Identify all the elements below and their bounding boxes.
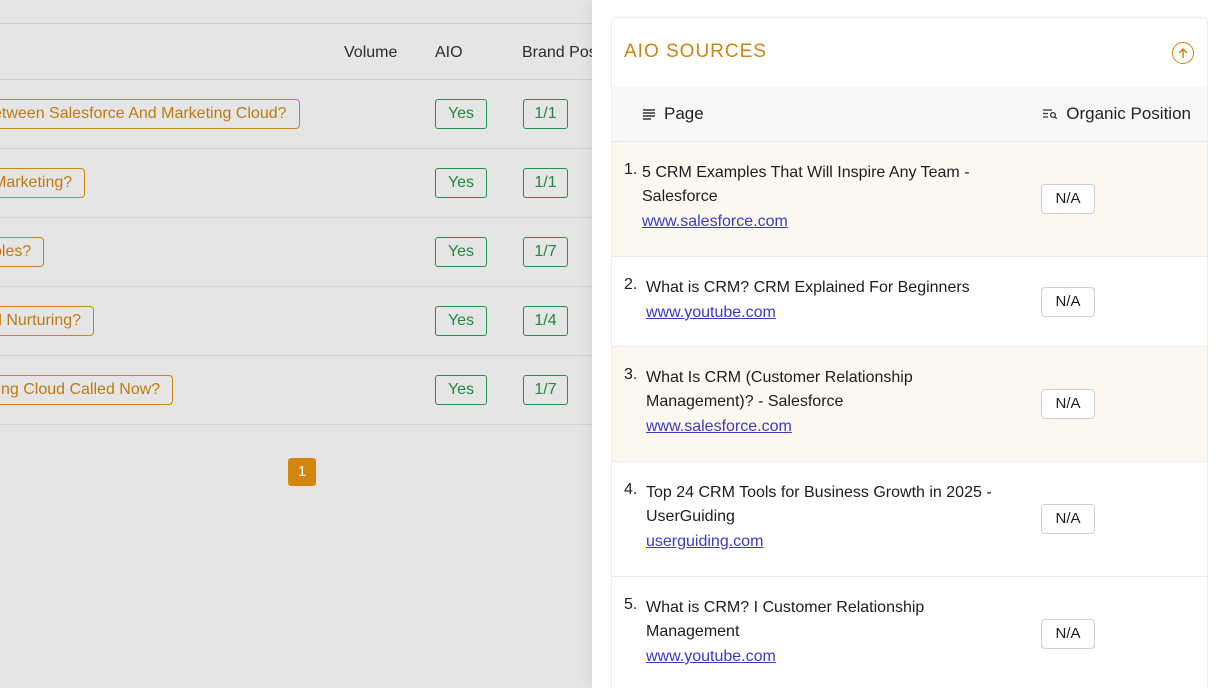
aio-badge: Yes — [435, 99, 487, 129]
organic-position-badge: N/A — [1041, 619, 1095, 649]
brand-position-badge[interactable]: 1/1 — [523, 168, 568, 198]
source-row[interactable]: 1. 5 CRM Examples That Will Inspire Any … — [612, 142, 1207, 257]
aio-badge: Yes — [435, 375, 487, 405]
aio-badge: Yes — [435, 168, 487, 198]
column-header-volume[interactable]: Volume — [344, 25, 397, 80]
pagination-page-button[interactable]: 1 — [288, 458, 316, 486]
source-index: 3. — [624, 366, 638, 383]
column-header-brand-position[interactable]: Brand Pos — [522, 25, 597, 80]
source-index: 4. — [624, 481, 638, 498]
organic-position-badge: N/A — [1041, 287, 1095, 317]
source-domain-link[interactable]: www.salesforce.com — [642, 213, 788, 231]
organic-position-badge: N/A — [1041, 184, 1095, 214]
source-index: 2. — [624, 276, 638, 293]
source-domain-link[interactable]: www.youtube.com — [646, 648, 776, 666]
source-domain-link[interactable]: www.youtube.com — [646, 304, 776, 322]
aio-sources-drawer: AIO SOURCES Page Organic Position 1. 5 C… — [592, 0, 1222, 688]
list-search-icon — [1043, 109, 1058, 120]
keyword-chip[interactable]: ples? — [0, 237, 45, 267]
table-header-row: Volume AIO Brand Pos — [0, 25, 600, 80]
source-domain-link[interactable]: www.salesforce.com — [646, 418, 792, 436]
source-row[interactable]: 4. Top 24 CRM Tools for Business Growth … — [612, 462, 1207, 577]
source-index: 1. — [624, 161, 638, 178]
source-row[interactable]: 3. What Is CRM (Customer Relationship Ma… — [612, 347, 1207, 462]
organic-position-badge: N/A — [1041, 504, 1095, 534]
source-row[interactable]: 5. What is CRM? I Customer Relationship … — [612, 577, 1207, 688]
lines-icon — [643, 109, 655, 120]
table-top-bar — [0, 0, 600, 24]
source-index: 5. — [624, 596, 638, 613]
source-title: Top 24 CRM Tools for Business Growth in … — [646, 484, 992, 525]
source-title: 5 CRM Examples That Will Inspire Any Tea… — [642, 164, 970, 205]
table-row: ting Cloud Called Now? Yes 1/7 — [0, 356, 600, 425]
keyword-chip[interactable]: d Nurturing? — [0, 306, 95, 336]
brand-position-badge[interactable]: 1/7 — [523, 237, 568, 267]
source-domain-link[interactable]: userguiding.com — [646, 533, 763, 551]
aio-sources-panel: AIO SOURCES Page Organic Position 1. 5 C… — [611, 17, 1208, 688]
table-row: etween Salesforce And Marketing Cloud? Y… — [0, 80, 600, 149]
arrow-up-circle-icon[interactable] — [1172, 42, 1194, 64]
table-row: ples? Yes 1/7 — [0, 218, 600, 287]
column-header-organic-position[interactable]: Organic Position — [1042, 86, 1191, 142]
app-root: Volume AIO Brand Pos etween Salesforce A… — [0, 0, 1222, 688]
keyword-chip[interactable]: Marketing? — [0, 168, 86, 198]
column-header-organic-label: Organic Position — [1066, 104, 1191, 123]
organic-position-badge: N/A — [1041, 389, 1095, 419]
source-title: What Is CRM (Customer Relationship Manag… — [646, 369, 913, 410]
arrow-up-icon — [1178, 48, 1188, 59]
keyword-chip[interactable]: etween Salesforce And Marketing Cloud? — [0, 99, 300, 129]
brand-position-badge[interactable]: 1/4 — [523, 306, 568, 336]
aio-badge: Yes — [435, 237, 487, 267]
panel-title: AIO SOURCES — [624, 41, 767, 62]
brand-position-badge[interactable]: 1/1 — [523, 99, 568, 129]
column-header-page[interactable]: Page — [642, 86, 704, 142]
table-row: Marketing? Yes 1/1 — [0, 149, 600, 218]
keyword-table-background: Volume AIO Brand Pos etween Salesforce A… — [0, 0, 600, 688]
column-header-aio[interactable]: AIO — [435, 25, 463, 80]
keyword-chip[interactable]: ting Cloud Called Now? — [0, 375, 174, 405]
column-header-page-label: Page — [664, 104, 704, 123]
source-title: What is CRM? CRM Explained For Beginners — [646, 279, 970, 296]
source-row[interactable]: 2. What is CRM? CRM Explained For Beginn… — [612, 257, 1207, 347]
brand-position-badge[interactable]: 1/7 — [523, 375, 568, 405]
table-row: d Nurturing? Yes 1/4 — [0, 287, 600, 356]
sources-list-header: Page Organic Position — [612, 86, 1207, 142]
aio-badge: Yes — [435, 306, 487, 336]
source-title: What is CRM? I Customer Relationship Man… — [646, 599, 925, 640]
